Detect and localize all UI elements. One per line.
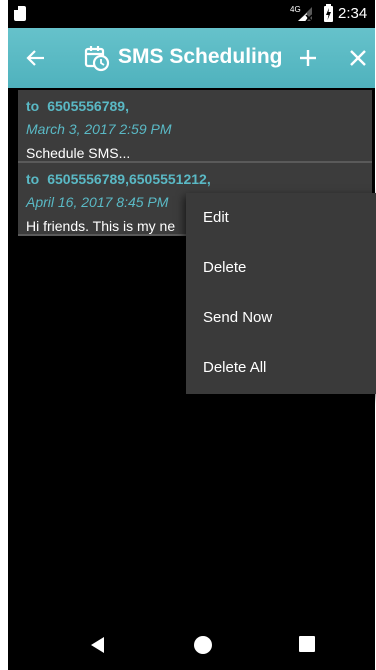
recipient-numbers: 6505556789,6505551212, [47,171,211,187]
signal-icon: 4G [290,5,316,23]
calendar-clock-icon [84,44,110,72]
recipient-numbers: 6505556789, [47,98,129,114]
menu-item-delete-all[interactable]: Delete All [186,343,376,393]
scheduled-date: March 3, 2017 2:59 PM [26,121,172,137]
to-label: to [26,171,40,187]
phone-screen: 4G 2:34 SMS Scheduling to 6505556789, Ma… [8,0,376,670]
add-schedule-button[interactable] [294,44,322,72]
close-icon [350,50,366,66]
context-menu: Edit Delete Send Now Delete All [186,193,376,394]
message-preview: Schedule SMS... [26,145,131,161]
clock: 2:34 [338,5,368,22]
menu-item-delete[interactable]: Delete [186,243,376,293]
page-title: SMS Scheduling [118,45,283,68]
arrow-left-icon [26,50,44,66]
close-button[interactable] [344,44,372,72]
list-item[interactable]: to 6505556789, March 3, 2017 2:59 PM Sche… [18,90,372,163]
battery-charging-icon [324,4,333,22]
nav-back-button[interactable] [90,636,106,654]
back-button[interactable] [22,44,50,72]
to-label: to [26,98,40,114]
scheduled-date: April 16, 2017 8:45 PM [26,194,169,210]
sd-card-icon [14,6,26,21]
recipient-line: to 6505556789, [26,98,129,114]
system-nav-bar [8,622,375,670]
nav-recents-button[interactable] [299,636,315,652]
menu-item-edit[interactable]: Edit [186,193,376,243]
app-bar: SMS Scheduling [8,28,375,88]
recipient-line: to 6505556789,6505551212, [26,171,211,187]
back-triangle-icon [91,637,104,653]
status-bar: 4G 2:34 [8,0,375,28]
nav-home-button[interactable] [194,636,212,654]
plus-icon [300,50,316,66]
menu-item-send-now[interactable]: Send Now [186,293,376,343]
